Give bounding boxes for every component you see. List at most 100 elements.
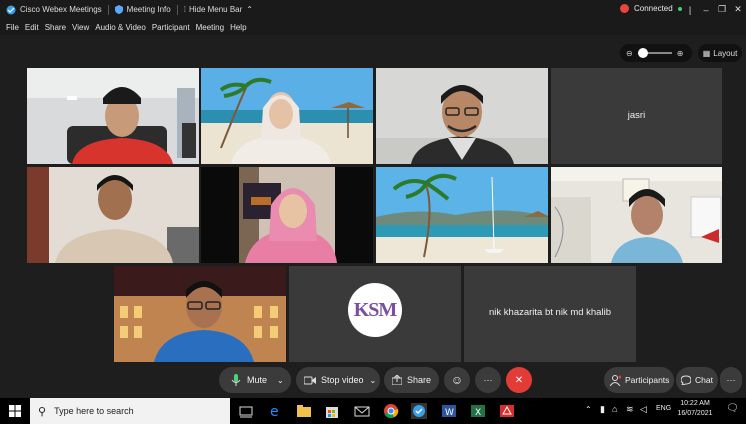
chevron-down-icon[interactable]: ⌄ [370, 376, 377, 385]
video-camera-icon [304, 376, 316, 384]
file-explorer-icon[interactable] [296, 403, 312, 419]
leave-meeting-button[interactable]: ✕ [506, 367, 532, 393]
hide-menu-bar-button[interactable]: ⁞ Hide Menu Bar ⌃ [184, 5, 253, 14]
taskbar-search[interactable]: ⚲ Type here to search [30, 398, 230, 424]
menu-share[interactable]: Share [45, 23, 66, 32]
layout-button[interactable]: ▦ Layout [698, 44, 742, 62]
chrome-icon[interactable] [383, 403, 399, 419]
battery-icon[interactable]: ▮ [600, 404, 605, 415]
close-icon: ✕ [514, 374, 524, 386]
menu-bar: File Edit Share View Audio & Video Parti… [0, 19, 746, 35]
minimize-icon[interactable]: – [698, 5, 714, 15]
svg-text:W: W [445, 408, 454, 418]
window-controls: | – ❐ ✕ [682, 0, 746, 19]
participant-video-3 [376, 68, 548, 164]
chat-button[interactable]: Chat [676, 367, 718, 393]
menu-view[interactable]: View [72, 23, 89, 32]
tray-chevron-up-icon[interactable]: ⌃ [585, 405, 592, 414]
menu-help[interactable]: Help [230, 23, 246, 32]
video-tile-ksm[interactable]: KSM [289, 266, 461, 362]
participant-video-7 [376, 167, 548, 263]
edge-icon[interactable]: e [268, 403, 284, 420]
svg-text:e: e [270, 404, 279, 419]
title-bar: Cisco Webex Meetings Meeting Info ⁞ Hide… [0, 0, 746, 19]
panel-options-button[interactable]: ··· [720, 367, 742, 393]
clock-time: 10:22 AM [680, 400, 710, 407]
video-tile-3[interactable] [376, 68, 548, 164]
video-tile-6[interactable] [201, 167, 373, 263]
video-tile-7[interactable] [376, 167, 548, 263]
task-view-icon[interactable] [238, 403, 254, 419]
windows-start-icon[interactable] [9, 404, 21, 422]
more-icon: ··· [726, 375, 736, 385]
connection-icon [620, 4, 629, 13]
share-button[interactable]: Share [384, 367, 439, 393]
pin-icon[interactable]: | [682, 5, 698, 15]
zoom-out-icon[interactable]: ⊖ [626, 49, 633, 58]
app-title-text: Cisco Webex Meetings [20, 5, 102, 14]
zoom-slider-handle[interactable] [637, 48, 648, 58]
more-icon: ··· [483, 375, 493, 385]
participants-icon [610, 374, 621, 386]
webex-logo-icon [6, 5, 16, 14]
chevron-up-icon: ⌃ [246, 5, 253, 14]
menu-participant[interactable]: Participant [152, 23, 190, 32]
network-icon[interactable]: ⌂ [612, 404, 617, 414]
word-icon[interactable]: W [441, 403, 457, 419]
video-tile-2[interactable] [201, 68, 373, 164]
pipe-icon: ⁞ [183, 5, 186, 14]
zoom-slider[interactable] [637, 48, 672, 58]
excel-icon[interactable]: X [470, 403, 486, 419]
video-tile-1[interactable] [27, 68, 199, 164]
participant-video-5 [27, 167, 199, 263]
app-title: Cisco Webex Meetings [6, 5, 102, 15]
store-icon[interactable] [324, 403, 340, 419]
stop-video-button[interactable]: Stop video ⌄ [296, 367, 380, 393]
microphone-icon [231, 374, 241, 386]
language-indicator[interactable]: ENG [656, 405, 671, 412]
notification-icon[interactable]: 🗨 [726, 403, 739, 414]
meeting-info-button[interactable]: Meeting Info [114, 5, 171, 14]
menu-audio-video[interactable]: Audio & Video [95, 23, 146, 32]
video-tile-jasri[interactable]: jasri [551, 68, 722, 164]
connection-status: Connected [620, 4, 682, 13]
zoom-in-icon[interactable]: ⊕ [677, 49, 684, 58]
zoom-control[interactable]: ⊖ ⊕ [620, 44, 692, 62]
mail-icon[interactable] [354, 403, 370, 419]
grid-icon: ▦ [702, 48, 711, 58]
search-icon: ⚲ [38, 405, 47, 418]
video-tile-5[interactable] [27, 167, 199, 263]
participants-button[interactable]: Participants [604, 367, 674, 393]
ksm-logo: KSM [348, 283, 402, 337]
close-icon[interactable]: ✕ [730, 4, 746, 15]
reactions-button[interactable]: ☺ [444, 367, 470, 393]
shield-icon [114, 5, 123, 14]
chat-icon [681, 375, 691, 385]
clock[interactable]: 10:22 AM 16/07/2021 [672, 399, 718, 419]
maximize-icon[interactable]: ❐ [714, 4, 730, 15]
menu-edit[interactable]: Edit [25, 23, 39, 32]
menu-file[interactable]: File [6, 23, 19, 32]
svg-text:X: X [475, 408, 481, 418]
participant-video-2 [201, 68, 373, 164]
wifi-icon[interactable]: ≋ [626, 404, 634, 415]
volume-icon[interactable]: ◁ [640, 404, 647, 415]
participant-name-jasri: jasri [627, 110, 646, 121]
participant-video-9 [114, 266, 286, 362]
mute-button[interactable]: Mute ⌄ [219, 367, 291, 393]
participant-video-6 [201, 167, 373, 263]
video-tile-8[interactable] [551, 167, 722, 263]
menu-meeting[interactable]: Meeting [196, 23, 224, 32]
participant-video-8 [551, 167, 722, 263]
chevron-down-icon[interactable]: ⌄ [277, 376, 284, 385]
more-options-button[interactable]: ··· [475, 367, 501, 393]
video-tile-9[interactable] [114, 266, 286, 362]
participant-name-nik: nik khazarita bt nik md khalib [489, 307, 611, 318]
participant-video-1 [27, 68, 199, 164]
smiley-icon: ☺ [450, 373, 464, 387]
acrobat-icon[interactable] [499, 403, 515, 419]
share-icon [392, 375, 402, 385]
clock-date: 16/07/2021 [677, 410, 713, 417]
video-tile-nik[interactable]: nik khazarita bt nik md khalib [464, 266, 636, 362]
webex-taskbar-icon[interactable] [411, 403, 427, 419]
